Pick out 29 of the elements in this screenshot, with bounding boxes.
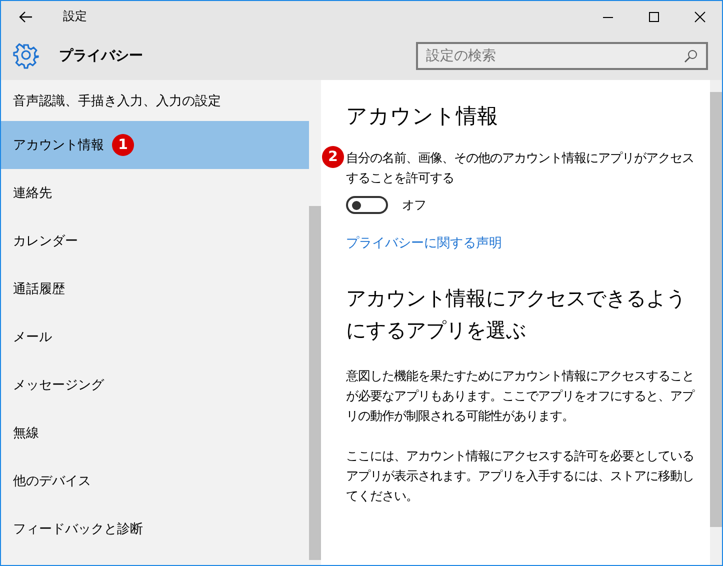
sidebar-item[interactable]: メール bbox=[1, 313, 309, 361]
scrollbar-thumb[interactable] bbox=[309, 206, 321, 560]
description-text: ここには、アカウント情報にアクセスする許可を必要としているアプリが表示されます。アプリを入手するには、ストアに移動してください。 bbox=[346, 448, 695, 505]
sidebar-item[interactable]: アカウント情報 1 bbox=[1, 121, 309, 169]
privacy-link[interactable]: プライバシーに関する声明 bbox=[346, 234, 502, 252]
window-title: 設定 bbox=[63, 8, 87, 25]
description-text: 意図した機能を果たすためにアカウント情報にアクセスすることが必要なアプリもあります。ここでアプリをオフにすると、アプリの動作が制限される可能性があります。 bbox=[346, 368, 696, 425]
sidebar-item[interactable]: 音声認識、手描き入力、入力の設定 bbox=[1, 80, 309, 121]
maximize-icon[interactable] bbox=[648, 10, 660, 22]
section-title: アカウント情報 bbox=[346, 103, 499, 130]
page-title: プライバシー bbox=[59, 47, 143, 65]
number-badge: 1 bbox=[112, 134, 134, 156]
search-field[interactable]: 設定の検索 bbox=[416, 42, 708, 70]
sidebar-item[interactable]: 他のデバイス bbox=[1, 457, 309, 505]
sidebar-item[interactable]: フィードバックと診断 bbox=[1, 505, 309, 553]
sidebar-item[interactable]: 無線 bbox=[1, 409, 309, 457]
settings-icon bbox=[13, 43, 39, 69]
close-icon[interactable] bbox=[694, 10, 706, 22]
setting-label: 自分の名前、画像、その他のアカウント情報にアプリがアクセスすることを許可する bbox=[346, 151, 694, 185]
sidebar-item[interactable]: カレンダー bbox=[1, 217, 309, 265]
number-badge: 2 bbox=[322, 146, 344, 168]
sidebar-item[interactable]: 通話履歴 bbox=[1, 265, 309, 313]
section-title: アカウント情報にアクセスできるようにするアプリを選ぶ bbox=[346, 285, 687, 344]
search-icon[interactable] bbox=[684, 49, 698, 63]
toggle-switch[interactable] bbox=[346, 196, 388, 214]
sidebar-item[interactable]: 連絡先 bbox=[1, 169, 309, 217]
toggle-label: オフ bbox=[402, 196, 426, 214]
sidebar-item[interactable]: メッセージング bbox=[1, 361, 309, 409]
back-arrow-icon[interactable] bbox=[19, 10, 33, 22]
